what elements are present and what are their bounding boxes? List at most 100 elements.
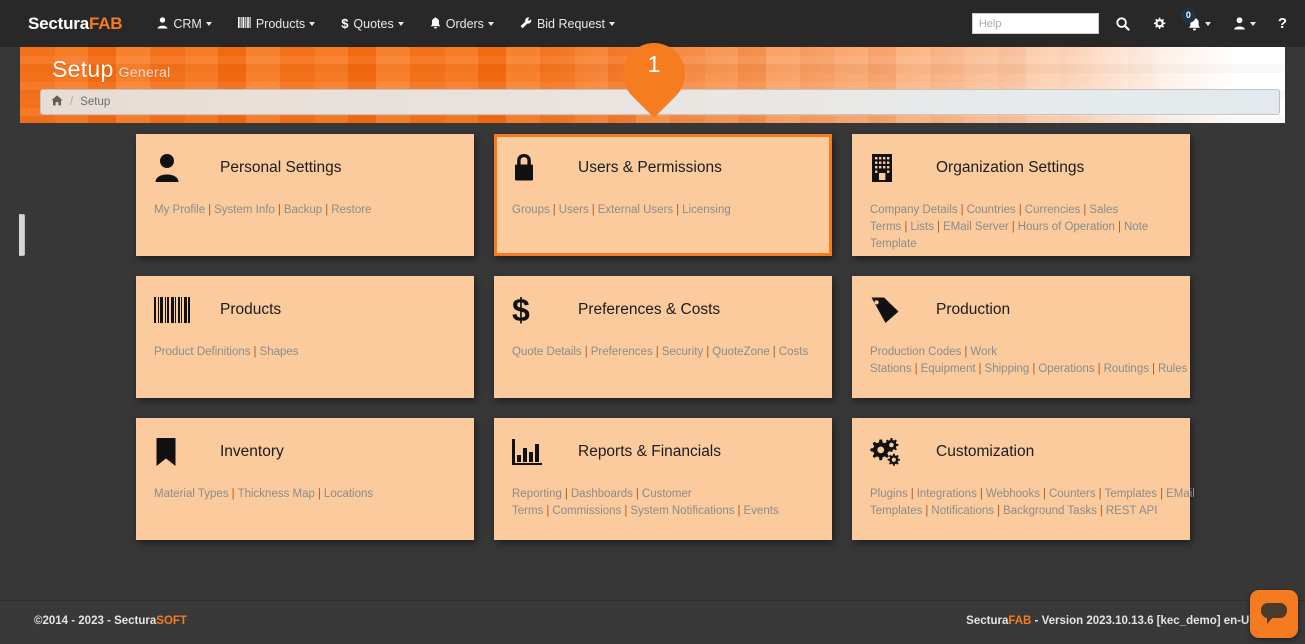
brand-logo-accent: FAB — [89, 14, 122, 33]
link-commissions[interactable]: Commissions — [552, 505, 621, 517]
link-company-details[interactable]: Company Details — [870, 204, 958, 216]
card-title: Personal Settings — [220, 159, 342, 177]
card-organization-settings[interactable]: Organization Settings Company Details|Co… — [852, 134, 1190, 256]
link-hours-of-operation[interactable]: Hours of Operation — [1018, 221, 1115, 233]
sidebar-toggle-handle[interactable] — [19, 214, 25, 256]
card-header: $ Preferences & Costs — [512, 292, 814, 328]
chevron-down-icon — [609, 22, 615, 26]
link-preferences[interactable]: Preferences — [591, 346, 653, 358]
link-production-codes[interactable]: Production Codes — [870, 346, 961, 358]
link-material-types[interactable]: Material Types — [154, 488, 229, 500]
breadcrumb-item-setup[interactable]: Setup — [80, 96, 110, 108]
card-customization[interactable]: Customization Plugins|Integrations|Webho… — [852, 418, 1190, 540]
link-my-profile[interactable]: My Profile — [154, 204, 205, 216]
link-security[interactable]: Security — [662, 346, 704, 358]
link-system-notifications[interactable]: System Notifications — [630, 505, 734, 517]
link-product-definitions[interactable]: Product Definitions — [154, 346, 251, 358]
card-header: Reports & Financials — [512, 434, 814, 470]
link-rest-api[interactable]: REST API — [1106, 505, 1158, 517]
link-reporting[interactable]: Reporting — [512, 488, 562, 500]
chevron-down-icon — [488, 22, 494, 26]
link-rules[interactable]: Rules — [1158, 363, 1187, 375]
page-header: SetupGeneral / Setup — [20, 47, 1285, 123]
link-templates[interactable]: Templates — [1105, 488, 1157, 500]
link-users[interactable]: Users — [559, 204, 589, 216]
link-system-info[interactable]: System Info — [214, 204, 275, 216]
link-lists[interactable]: Lists — [910, 221, 934, 233]
gears-icon — [870, 437, 904, 467]
brand-logo[interactable]: SecturaFAB — [28, 14, 122, 34]
link-countries[interactable]: Countries — [967, 204, 1016, 216]
link-equipment[interactable]: Equipment — [921, 363, 976, 375]
chat-bubble-icon — [1261, 603, 1287, 618]
gear-icon[interactable] — [1152, 17, 1166, 31]
card-products[interactable]: Products Product Definitions|Shapes — [136, 276, 474, 398]
card-production[interactable]: Production Production Codes|Work Station… — [852, 276, 1190, 398]
notification-count-badge: 0 — [1181, 8, 1196, 23]
link-shapes[interactable]: Shapes — [260, 346, 299, 358]
search-icon[interactable] — [1116, 17, 1130, 31]
link-operations[interactable]: Operations — [1038, 363, 1094, 375]
link-costs[interactable]: Costs — [779, 346, 808, 358]
link-external-users[interactable]: External Users — [598, 204, 673, 216]
chat-support-button[interactable] — [1250, 590, 1298, 638]
dollar-icon: $ — [512, 295, 546, 325]
footer-version-brand-main: Sectura — [966, 615, 1008, 627]
link-integrations[interactable]: Integrations — [917, 488, 977, 500]
card-personal-settings[interactable]: Personal Settings My Profile|System Info… — [136, 134, 474, 256]
breadcrumb-separator: / — [70, 96, 73, 108]
link-events[interactable]: Events — [744, 505, 779, 517]
nav-item-quotes[interactable]: $ Quotes — [328, 0, 417, 47]
link-thickness-map[interactable]: Thickness Map — [238, 488, 315, 500]
link-plugins[interactable]: Plugins — [870, 488, 908, 500]
card-users-permissions[interactable]: Users & Permissions Groups|Users|Externa… — [494, 134, 832, 256]
help-search-input[interactable] — [972, 13, 1099, 34]
dollar-icon: $ — [341, 17, 348, 30]
notifications-bell-icon[interactable]: 0 — [1188, 17, 1211, 31]
card-links: Material Types|Thickness Map|Locations — [154, 486, 454, 503]
home-icon[interactable] — [51, 95, 63, 109]
footer-version-brand-accent: FAB — [1008, 615, 1031, 627]
page-footer: ©2014 - 2023 - SecturaSOFT SecturaFAB - … — [0, 600, 1305, 644]
chevron-down-icon — [1205, 22, 1211, 26]
link-counters[interactable]: Counters — [1049, 488, 1096, 500]
card-preferences-costs[interactable]: $ Preferences & Costs Quote Details|Pref… — [494, 276, 832, 398]
nav-item-orders[interactable]: Orders — [417, 0, 507, 47]
footer-version-text: - Version 2023.10.13.6 [kec_demo] en-US — [1031, 615, 1257, 627]
link-email-server[interactable]: EMail Server — [943, 221, 1009, 233]
link-shipping[interactable]: Shipping — [985, 363, 1030, 375]
nav-menu: CRM Products $ Quotes Orders — [144, 0, 628, 47]
card-title: Production — [936, 301, 1010, 319]
card-title: Customization — [936, 443, 1034, 461]
link-locations[interactable]: Locations — [324, 488, 373, 500]
link-routings[interactable]: Routings — [1104, 363, 1149, 375]
card-title: Organization Settings — [936, 159, 1084, 177]
nav-item-bid-request[interactable]: Bid Request — [507, 0, 628, 47]
link-dashboards[interactable]: Dashboards — [571, 488, 633, 500]
lock-icon — [512, 153, 546, 183]
card-header: Personal Settings — [154, 150, 456, 186]
link-quote-details[interactable]: Quote Details — [512, 346, 582, 358]
nav-item-quotes-label: Quotes — [353, 17, 393, 31]
link-notifications[interactable]: Notifications — [931, 505, 994, 517]
link-currencies[interactable]: Currencies — [1025, 204, 1081, 216]
card-reports-financials[interactable]: Reports & Financials Reporting|Dashboard… — [494, 418, 832, 540]
card-header: Production — [870, 292, 1172, 328]
card-title: Preferences & Costs — [578, 301, 720, 319]
link-quotezone[interactable]: QuoteZone — [712, 346, 770, 358]
link-background-tasks[interactable]: Background Tasks — [1003, 505, 1097, 517]
link-webhooks[interactable]: Webhooks — [986, 488, 1040, 500]
nav-item-crm-label: CRM — [173, 17, 201, 31]
chevron-down-icon — [309, 22, 315, 26]
page-title: SetupGeneral — [52, 56, 171, 83]
link-licensing[interactable]: Licensing — [682, 204, 731, 216]
nav-item-products[interactable]: Products — [225, 0, 328, 47]
user-account-icon[interactable] — [1233, 17, 1256, 30]
card-inventory[interactable]: Inventory Material Types|Thickness Map|L… — [136, 418, 474, 540]
link-restore[interactable]: Restore — [331, 204, 371, 216]
link-groups[interactable]: Groups — [512, 204, 550, 216]
help-question-icon[interactable]: ? — [1278, 16, 1287, 31]
nav-item-crm[interactable]: CRM — [144, 0, 224, 47]
link-backup[interactable]: Backup — [284, 204, 322, 216]
nav-item-products-label: Products — [256, 17, 305, 31]
